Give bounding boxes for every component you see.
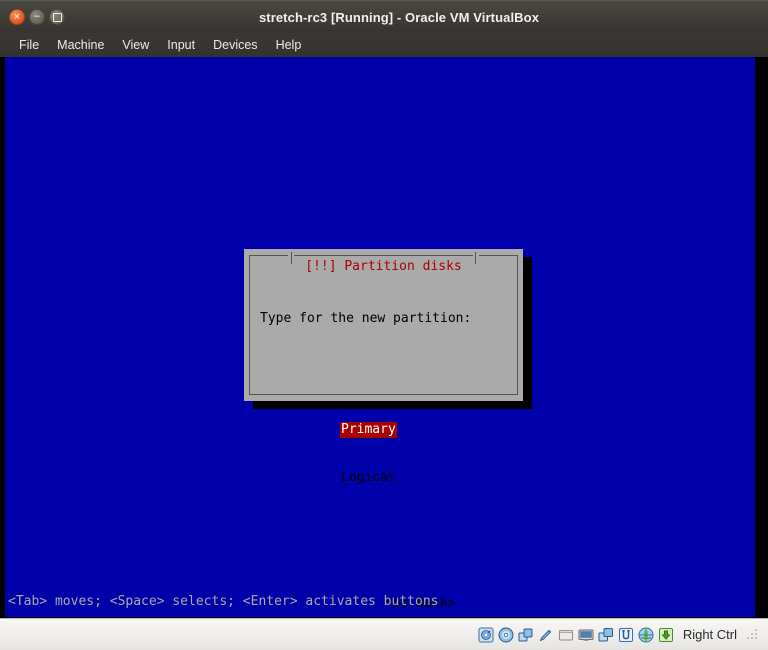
remote-desktop-icon[interactable] <box>598 626 615 643</box>
list-item[interactable]: Primary <box>340 422 523 438</box>
close-icon: × <box>13 13 21 22</box>
display-icon[interactable] <box>578 626 595 643</box>
menu-file[interactable]: File <box>10 35 48 55</box>
minimize-button[interactable]: − <box>29 9 45 25</box>
audio-icon[interactable] <box>538 626 555 643</box>
menu-help[interactable]: Help <box>267 35 311 55</box>
window-title: stretch-rc3 [Running] - Oracle VM Virtua… <box>0 10 768 25</box>
installer-help-line: <Tab> moves; <Space> selects; <Enter> ac… <box>5 594 755 609</box>
menu-input[interactable]: Input <box>158 35 204 55</box>
debian-installer-screen[interactable]: [!!] Partition disks Type for the new pa… <box>5 57 755 617</box>
shared-folders-icon[interactable] <box>558 626 575 643</box>
minimize-icon: − <box>33 13 41 22</box>
dialog-title: [!!] Partition disks <box>244 259 523 274</box>
menu-devices[interactable]: Devices <box>204 35 266 55</box>
choice-logical[interactable]: Logical <box>340 470 397 486</box>
floppy-disk-icon[interactable] <box>518 626 535 643</box>
partition-type-list: Primary Logical <box>340 390 523 518</box>
list-item[interactable]: Logical <box>340 470 523 486</box>
host-key-label: Right Ctrl <box>683 627 737 642</box>
close-button[interactable]: × <box>9 9 25 25</box>
maximize-button[interactable] <box>49 9 65 25</box>
status-icon-group <box>478 626 675 643</box>
menubar: File Machine View Input Devices Help <box>0 33 768 57</box>
guest-screen-frame: [!!] Partition disks Type for the new pa… <box>0 57 768 617</box>
hard-disk-icon[interactable] <box>478 626 495 643</box>
virtualbox-window: × − stretch-rc3 [Running] - Oracle VM Vi… <box>0 0 768 650</box>
mouse-capture-icon[interactable] <box>658 626 675 643</box>
window-controls: × − <box>9 9 65 25</box>
maximize-icon <box>53 13 62 22</box>
partition-type-dialog: [!!] Partition disks Type for the new pa… <box>244 249 523 401</box>
network-icon[interactable] <box>638 626 655 643</box>
dialog-prompt: Type for the new partition: <box>260 311 523 327</box>
usb-icon[interactable] <box>618 626 635 643</box>
choice-primary[interactable]: Primary <box>340 422 397 438</box>
menu-machine[interactable]: Machine <box>48 35 113 55</box>
dialog-body: Type for the new partition: Primary Logi… <box>244 279 523 617</box>
optical-disk-icon[interactable] <box>498 626 515 643</box>
window-titlebar: × − stretch-rc3 [Running] - Oracle VM Vi… <box>0 0 768 33</box>
menu-view[interactable]: View <box>113 35 158 55</box>
virtualbox-statusbar: Right Ctrl <box>0 618 768 650</box>
resize-grip[interactable] <box>746 628 760 642</box>
